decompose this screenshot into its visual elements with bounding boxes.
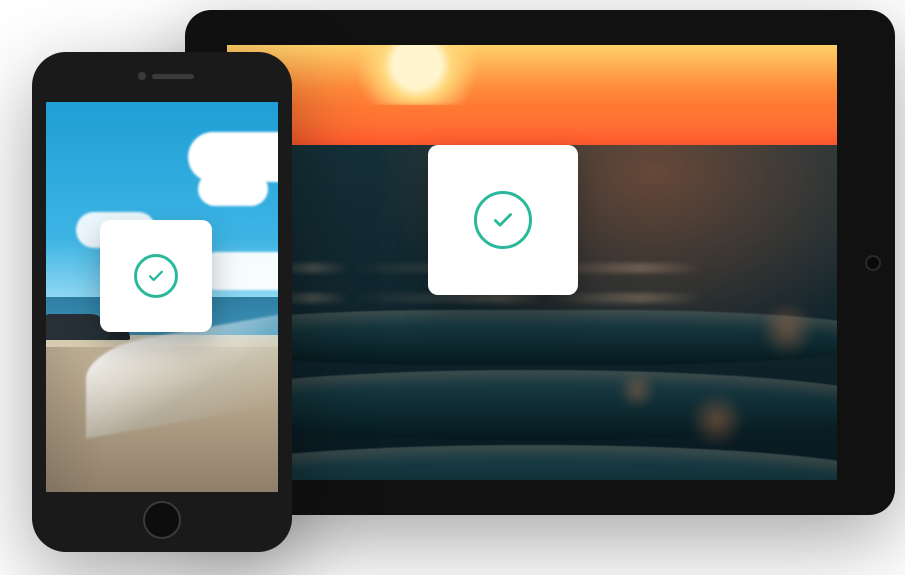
check-icon bbox=[474, 191, 532, 249]
bokeh-sparkle bbox=[757, 300, 817, 360]
success-card-phone bbox=[100, 220, 212, 332]
horizon-glow bbox=[227, 105, 837, 145]
phone-speaker-icon bbox=[152, 74, 194, 79]
phone-camera-icon bbox=[138, 72, 146, 80]
cloud bbox=[198, 172, 268, 206]
bokeh-sparkle bbox=[687, 390, 747, 450]
success-card-tablet bbox=[428, 145, 578, 295]
ocean-wave bbox=[227, 445, 837, 480]
ocean-wave bbox=[227, 310, 837, 365]
check-icon bbox=[134, 254, 178, 298]
check-stroke bbox=[150, 272, 162, 280]
sunset-sun bbox=[347, 45, 487, 105]
check-stroke bbox=[495, 215, 510, 226]
phone-home-button[interactable] bbox=[143, 501, 181, 539]
device-mockup-stage bbox=[0, 0, 905, 575]
ocean-wave bbox=[227, 370, 837, 440]
bokeh-sparkle bbox=[617, 370, 657, 410]
tablet-home-button[interactable] bbox=[865, 255, 881, 271]
